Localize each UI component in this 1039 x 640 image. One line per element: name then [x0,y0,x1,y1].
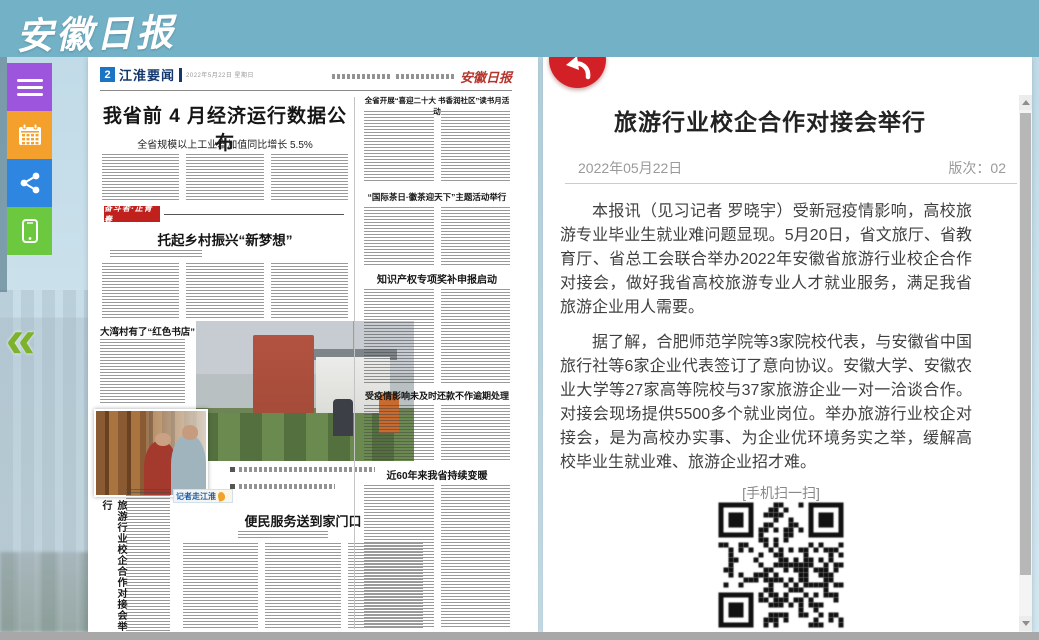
masthead-logo: 安徽日报 [460,67,512,86]
headline-rural[interactable]: 托起乡村振兴“新梦想” [100,229,350,249]
subheadline-economy: 全省规模以上工业增加值同比增长 5.5% [100,136,350,151]
article-body: 本报讯（见习记者 罗晓宇）受新冠疫情影响，高校旅游专业毕业生就业难问题显现。5月… [560,200,972,486]
menu-button[interactable] [7,63,52,111]
paragraph: 本报讯（见习记者 罗晓宇）受新冠疫情影响，高校旅游专业毕业生就业难问题显现。5月… [560,200,972,320]
photo-caption [230,484,335,489]
headline-tourism-vertical[interactable]: 旅游行业校企合作对接会举行 [98,500,128,632]
body-text-columns [364,207,510,265]
column-banner: 奋斗者·正青春 [104,206,160,222]
share-icon [17,170,43,196]
mobile-button[interactable] [7,207,52,255]
body-text-columns [102,154,348,202]
collapse-chevron[interactable]: « [4,312,38,366]
section-title: 江淮要闻 [119,65,175,84]
headline-ip-subsidy[interactable]: 知识产权专项奖补申报启动 [364,271,510,286]
body-text-columns [364,485,510,629]
qr-code [717,501,845,629]
body-text-columns [364,111,510,183]
headline-loan-policy[interactable]: 受疫情影响未及时还款不作逾期处理 [364,389,510,402]
scroll-down-button[interactable] [1019,616,1032,631]
site-logo: 安徽日报 [15,2,176,60]
newspaper-page-panel[interactable]: 2 江淮要闻 2022年5月22日 星期日 安徽日报 我省前 4 月经济运行数据… [88,57,538,632]
body-text-columns [364,289,510,383]
byline [238,531,328,539]
return-arrow-icon [563,53,593,83]
banner-rule [164,214,344,215]
article-edition: 版次：02 [948,158,1006,178]
body-text-columns [364,405,510,461]
qr-scan-label: [手机扫一扫] [543,483,1019,503]
edition-date: 2022年5月22日 星期日 [186,70,254,79]
article-scrollbar[interactable] [1019,95,1032,632]
calendar-icon [17,122,43,148]
body-text-columns [102,263,348,318]
arrow-down-icon [1022,621,1030,626]
body-text-column [126,489,170,631]
byline [110,250,202,259]
hamburger-icon [17,75,43,100]
paragraph: 据了解，合肥师范学院等3家院校代表，与安徽省中国旅行社等6家企业代表签订了意向协… [560,331,972,475]
article-date: 2022年05月22日 [578,158,682,178]
app-window: 安徽日报 « [0,0,1039,640]
article-meta: 2022年05月22日 版次：02 [578,158,1006,178]
editor-credits [396,74,454,79]
column-badge: 记者走江淮 [173,489,233,503]
editor-credits [332,74,390,79]
bottom-bar [0,632,1039,640]
share-button[interactable] [7,159,52,207]
phone-icon [17,218,43,244]
top-banner: 安徽日报 [0,0,1039,57]
qr-code-container [717,501,845,629]
meta-divider [565,183,1017,184]
article-panel: 旅游行业校企合作对接会举行 2022年05月22日 版次：02 本报讯（见习记者… [543,57,1032,632]
headline-tea-day[interactable]: “国际茶日·徽茶迎天下”主题活动举行 [364,191,510,203]
article-title: 旅游行业校企合作对接会举行 [563,103,977,137]
column-divider [354,97,355,629]
header-divider [179,68,182,82]
header-rule [100,90,512,91]
newspaper-header: 2 江淮要闻 2022年5月22日 星期日 安徽日报 [100,65,512,85]
arrow-up-icon [1022,100,1030,105]
page-number-badge: 2 [100,67,115,82]
calendar-button[interactable] [7,111,52,159]
body-text-column [100,339,185,403]
background-building [0,57,7,292]
headline-bookstore[interactable]: 大湾村有了“红色书店” [100,324,198,338]
photo-readers-inset [94,409,208,497]
scroll-up-button[interactable] [1019,95,1032,110]
scrollbar-thumb[interactable] [1020,113,1031,575]
badge-icon [217,491,226,502]
headline-climate[interactable]: 近60年来我省持续变暖 [364,467,510,482]
